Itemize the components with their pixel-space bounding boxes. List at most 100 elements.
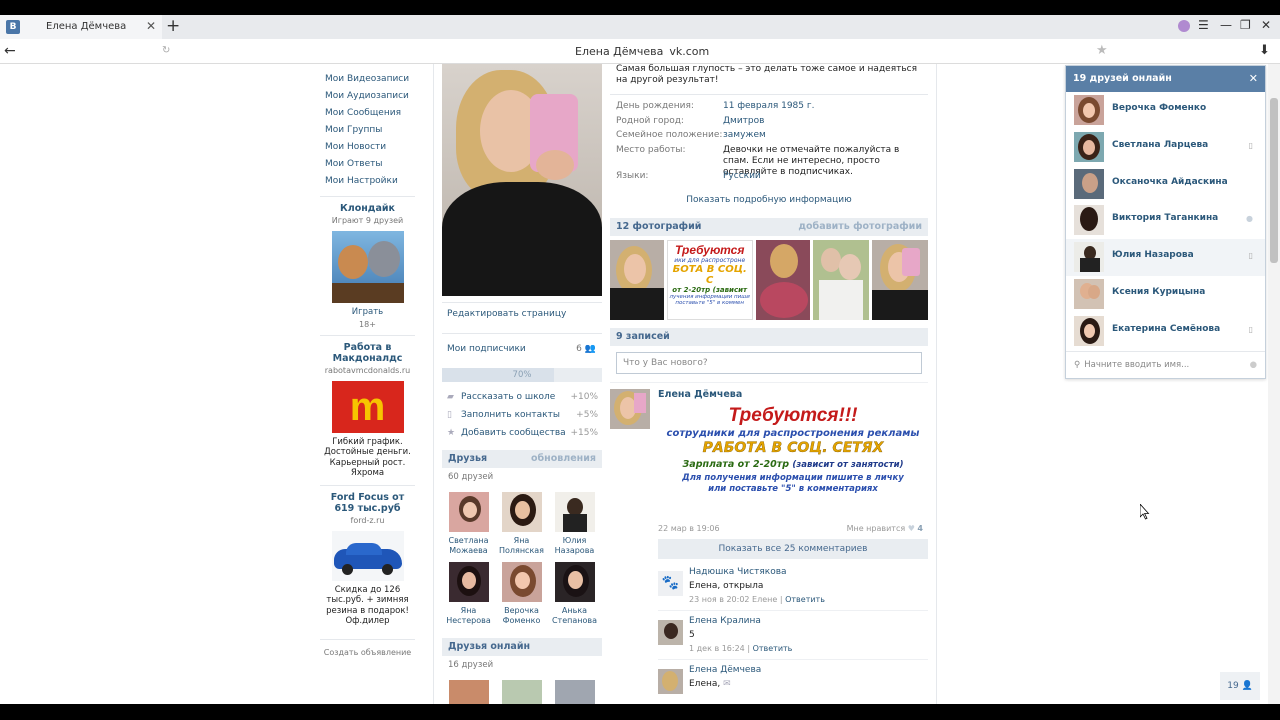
post-image[interactable]: Требуются!!! сотрудники для распростроне… [658, 403, 928, 518]
friend-item[interactable] [442, 680, 495, 704]
online-friend[interactable]: Ксения Курицына [1066, 276, 1265, 313]
ad-sub: rabotavmcdonalds.ru [324, 365, 411, 375]
create-ad-link[interactable]: Создать объявление [320, 638, 415, 657]
photo-thumb[interactable] [813, 240, 870, 320]
mobile-icon: ▯ [1248, 324, 1253, 334]
back-arrow-icon[interactable]: ← [4, 43, 16, 59]
comment-avatar[interactable] [658, 620, 683, 645]
friend-item[interactable] [548, 680, 601, 704]
friend-item[interactable]: Анька Степанова [548, 562, 601, 626]
online-friend[interactable]: Светлана Ларцева ▯ [1066, 129, 1265, 166]
online-friend[interactable]: Оксаночка Айдаскина [1066, 166, 1265, 203]
menu-answers[interactable]: Мои Ответы [320, 156, 415, 173]
ad-age: 18+ [359, 319, 376, 329]
info-row: Языки: Русский [616, 170, 761, 181]
ad-title[interactable]: Клондайк [320, 203, 415, 214]
menu-icon[interactable]: ☰ [1198, 18, 1209, 32]
wall-post-input[interactable]: Что у Вас нового? [616, 352, 922, 374]
tab-title: Елена Дёмчева [46, 21, 127, 32]
friend-item[interactable]: Яна Полянская [495, 492, 548, 556]
online-friend[interactable]: Екатерина Семёнова ▯ [1066, 313, 1265, 350]
address-field[interactable]: Елена Дёмчева vk.com [575, 45, 709, 58]
bonus-communities[interactable]: ★ Добавить сообщества +15% [442, 424, 602, 442]
close-icon[interactable]: ✕ [1249, 66, 1258, 92]
ad-mcdonalds[interactable]: Работа в Макдоналдс rabotavmcdonalds.ru … [320, 334, 415, 479]
ad-mcdonalds-logo[interactable]: m [331, 380, 404, 433]
bonus-contacts[interactable]: ▯ Заполнить контакты +5% [442, 406, 602, 424]
ad-title[interactable]: Работа в Макдоналдс [320, 342, 415, 364]
photos-header[interactable]: 12 фотографий добавить фотографии [610, 218, 928, 236]
browser-tabstrip: В Елена Дёмчева ✕ + ☰ — ❐ ✕ [0, 15, 1280, 39]
show-all-comments-button[interactable]: Показать все 25 комментариев [658, 539, 928, 559]
friends-updates-link[interactable]: обновления [531, 450, 596, 468]
ad-sub: Играют 9 друзей [331, 216, 404, 225]
scroll-thumb[interactable] [1270, 98, 1278, 263]
ad-text: Гибкий график. Достойные деньги. Карьерн… [324, 436, 411, 479]
friends-header[interactable]: Друзья обновления [442, 450, 602, 468]
ad-klondike-image[interactable] [331, 231, 404, 303]
online-friend[interactable]: Верочка Фоменко [1066, 92, 1265, 129]
photo-thumb[interactable] [755, 240, 811, 320]
menu-videos[interactable]: Мои Видеозаписи [320, 71, 415, 88]
ad-klondike[interactable]: Клондайк Играют 9 друзей Играть 18+ [320, 196, 415, 329]
page-scrollbar[interactable] [1268, 64, 1280, 704]
online-friends-counter[interactable]: 19 👤 [1220, 672, 1260, 700]
friend-item[interactable]: Светлана Можаева [442, 492, 495, 556]
photo-thumb[interactable] [872, 240, 928, 320]
post-author-avatar[interactable] [610, 389, 650, 429]
person-icon: 👤 [1241, 681, 1253, 691]
online-friend[interactable]: Виктория Таганкина ● [1066, 202, 1265, 239]
reload-icon[interactable]: ↻ [162, 45, 170, 56]
online-friends-header[interactable]: Друзья онлайн [442, 638, 602, 656]
default-avatar-icon[interactable]: 🐾 [658, 571, 683, 596]
browser-tab[interactable]: В Елена Дёмчева ✕ [0, 15, 162, 39]
screen-top-border [0, 0, 1280, 15]
mobile-icon: ▯ [1248, 140, 1253, 150]
bookmark-star-icon[interactable]: ★ [1096, 43, 1108, 58]
info-column: Самая большая глупость – это делать тоже… [610, 64, 928, 704]
friends-count[interactable]: 60 друзей [442, 468, 602, 486]
wall-header[interactable]: 9 записей [610, 328, 928, 346]
friend-item[interactable]: Яна Нестерова [442, 562, 495, 626]
menu-audio[interactable]: Мои Аудиозаписи [320, 88, 415, 105]
photo-thumb[interactable] [610, 240, 664, 320]
online-search-input[interactable]: ⚲ Начните вводить имя... ● [1066, 351, 1265, 378]
menu-messages[interactable]: Мои Сообщения [320, 105, 415, 122]
post-like-button[interactable]: Мне нравится ♥ 4 [847, 524, 923, 533]
ad-play-link[interactable]: Играть [320, 307, 415, 318]
add-photos-link[interactable]: добавить фотографии [798, 218, 922, 236]
photo-thumb-ad[interactable]: Требуются ики для распростроне БОТА В СО… [666, 240, 753, 320]
online-friends-count[interactable]: 16 друзей [442, 656, 602, 674]
friend-item[interactable]: Юлия Назарова [548, 492, 601, 556]
online-friend[interactable]: Юлия Назарова ▯ [1066, 239, 1265, 276]
friend-item[interactable]: Верочка Фоменко [495, 562, 548, 626]
maximize-icon[interactable]: ❐ [1240, 18, 1251, 32]
bonus-school[interactable]: ▰ Рассказать о школе +10% [442, 388, 602, 406]
profile-status[interactable]: Самая большая глупость – это делать тоже… [610, 64, 928, 86]
menu-groups[interactable]: Мои Группы [320, 122, 415, 139]
ad-title[interactable]: Ford Focus от 619 тыс.руб [320, 492, 415, 514]
browser-profile-icon[interactable] [1178, 20, 1190, 32]
subscribers-row[interactable]: Мои подписчики 6 👥 [442, 333, 602, 360]
ad-ford-car-image[interactable] [331, 530, 404, 581]
comment-avatar[interactable] [658, 669, 683, 694]
new-tab-icon[interactable]: + [166, 16, 180, 36]
reply-link[interactable]: Ответить [753, 644, 793, 653]
post-date[interactable]: 22 мар в 19:06 [658, 524, 720, 533]
window-close-icon[interactable]: ✕ [1261, 18, 1271, 32]
reply-link[interactable]: Ответить [785, 595, 825, 604]
show-more-info-link[interactable]: Показать подробную информацию [610, 195, 928, 205]
download-icon[interactable]: ⬇ [1259, 43, 1270, 58]
menu-settings[interactable]: Мои Настройки [320, 173, 415, 190]
edit-page-link[interactable]: Редактировать страницу [442, 302, 602, 325]
ad-ford[interactable]: Ford Focus от 619 тыс.руб ford-z.ru Скид… [320, 484, 415, 627]
minimize-icon[interactable]: — [1220, 18, 1232, 32]
vk-favicon-icon: В [6, 20, 20, 34]
friend-item[interactable] [495, 680, 548, 704]
post-author[interactable]: Елена Дёмчева [658, 389, 742, 400]
friends-grid: Светлана Можаева Яна Полянская Юлия Назаров… [442, 486, 602, 632]
menu-news[interactable]: Мои Новости [320, 139, 415, 156]
tab-close-icon[interactable]: ✕ [146, 19, 156, 33]
online-panel-header[interactable]: 19 друзей онлайн ✕ [1066, 66, 1265, 92]
profile-photo[interactable] [442, 64, 602, 296]
